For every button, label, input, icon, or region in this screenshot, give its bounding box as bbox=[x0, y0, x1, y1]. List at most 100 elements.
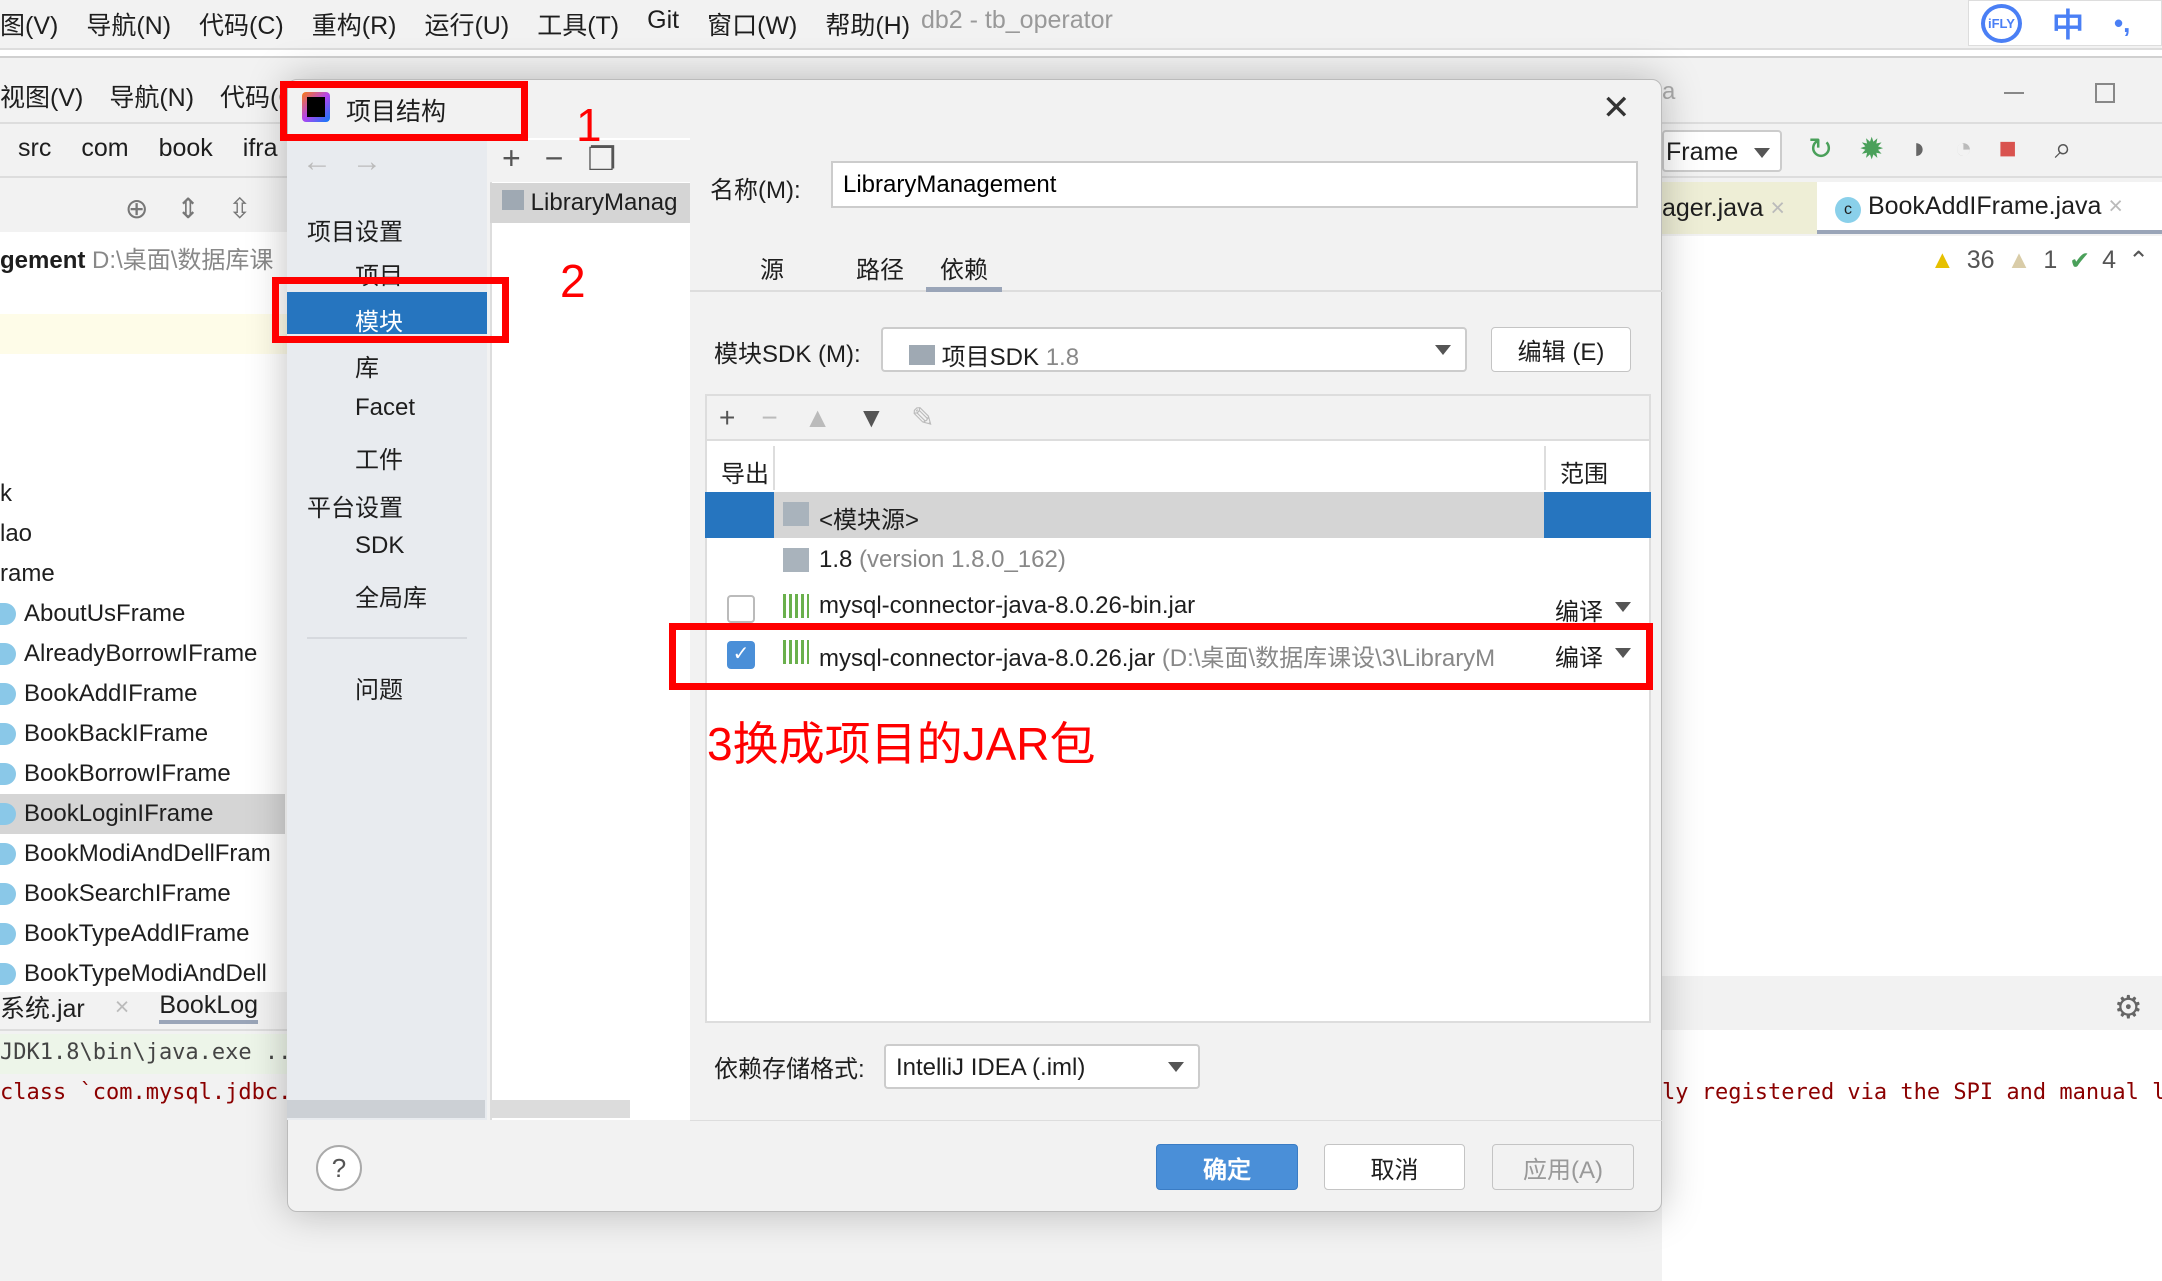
tree-item[interactable]: BookTypeAddIFrame bbox=[0, 914, 285, 954]
ime-lang-icon[interactable]: 中 bbox=[2052, 0, 2084, 46]
sdk-label: 模块SDK (M): bbox=[714, 341, 861, 368]
tab[interactable]: 依赖 bbox=[926, 250, 1002, 292]
menu-item[interactable]: 导航(N) bbox=[86, 6, 171, 42]
maximize-button[interactable] bbox=[2095, 83, 2115, 103]
project-toolbar: ⊕ ⇕ ⇳ bbox=[125, 192, 251, 225]
tree-item[interactable]: BookSearchIFrame bbox=[0, 874, 285, 914]
menu-item[interactable]: 视图(V) bbox=[0, 78, 83, 114]
tree-item[interactable]: rame bbox=[0, 554, 285, 594]
tree-item-label: k bbox=[0, 480, 12, 507]
tab[interactable]: 路径 bbox=[842, 250, 918, 292]
nav-forward-icon[interactable]: → bbox=[352, 145, 382, 179]
nav-item[interactable]: SDK bbox=[355, 532, 404, 560]
tree-item[interactable]: AlreadyBorrowIFrame bbox=[0, 634, 285, 674]
menu-item[interactable]: 帮助(H) bbox=[825, 6, 910, 42]
edit-dependency-icon[interactable]: ✎ bbox=[911, 401, 934, 434]
class-icon bbox=[0, 923, 16, 945]
tree-item[interactable]: BookBorrowIFrame bbox=[0, 754, 285, 794]
export-checkbox[interactable] bbox=[727, 595, 755, 623]
tree-item[interactable]: BookLoginIFrame bbox=[0, 794, 285, 834]
cancel-button[interactable]: 取消 bbox=[1324, 1144, 1465, 1190]
move-up-icon[interactable]: ▲ bbox=[804, 402, 832, 434]
help-button[interactable]: ? bbox=[316, 1145, 362, 1191]
dependency-label: <模块源> bbox=[819, 500, 919, 535]
tree-item[interactable]: k bbox=[0, 474, 285, 514]
dependency-row[interactable]: <模块源> bbox=[705, 492, 1651, 538]
tree-item[interactable]: BookModiAndDellFram bbox=[0, 834, 285, 874]
breadcrumb-item[interactable]: src bbox=[18, 134, 51, 163]
menu-item[interactable]: 代码(C) bbox=[199, 6, 284, 42]
module-item[interactable]: LibraryManag bbox=[490, 183, 690, 223]
gear-icon[interactable]: ⚙ bbox=[2114, 988, 2143, 1026]
apply-button[interactable]: 应用(A) bbox=[1492, 1144, 1634, 1190]
breadcrumb-item[interactable]: book bbox=[159, 134, 213, 163]
nav-divider bbox=[307, 637, 467, 639]
editor-tab-bookadd[interactable]: c BookAddIFrame.java × bbox=[1817, 182, 2162, 234]
nav-item[interactable]: 全局库 bbox=[355, 578, 427, 613]
tree-item[interactable]: lao bbox=[0, 514, 285, 554]
move-down-icon[interactable]: ▼ bbox=[857, 402, 885, 434]
tree-item-label: BookModiAndDellFram bbox=[24, 840, 271, 867]
debug-icon[interactable]: ✹ bbox=[1859, 132, 1884, 167]
expand-all-icon[interactable]: ⇕ bbox=[176, 192, 199, 225]
tab-jar[interactable]: 系统.jar bbox=[0, 989, 85, 1025]
nav-item[interactable]: Facet bbox=[355, 394, 415, 422]
minimize-button[interactable] bbox=[2004, 92, 2024, 94]
close-icon[interactable]: ✕ bbox=[1602, 88, 1631, 128]
stop-icon[interactable]: ■ bbox=[1999, 132, 2017, 167]
breadcrumb: src com book ifra bbox=[18, 134, 278, 163]
dependency-detail: (version 1.8.0_162) bbox=[859, 546, 1066, 573]
edit-sdk-button[interactable]: 编辑 (E) bbox=[1491, 327, 1631, 372]
nav-item[interactable]: 工件 bbox=[355, 440, 403, 475]
menu-item[interactable]: 运行(U) bbox=[424, 6, 509, 42]
ifly-logo-icon[interactable]: iFLY bbox=[1981, 3, 2022, 43]
breadcrumb-item[interactable]: com bbox=[81, 134, 128, 163]
rerun-icon[interactable]: ↻ bbox=[1808, 132, 1833, 167]
breadcrumb-item[interactable]: ifra bbox=[243, 134, 278, 163]
inspection-widget[interactable]: ▲ 36 ▲ 1 ✔ 4 ⌃ bbox=[1930, 246, 2149, 276]
menu-item[interactable]: 重构(R) bbox=[312, 6, 397, 42]
tab-booklogin[interactable]: BookLog bbox=[159, 991, 259, 1024]
name-input[interactable] bbox=[831, 161, 1638, 208]
collapse-all-icon[interactable]: ⇳ bbox=[228, 192, 251, 225]
tree-item[interactable]: BookAddIFrame bbox=[0, 674, 285, 714]
locate-icon[interactable]: ⊕ bbox=[125, 192, 148, 225]
profile-icon[interactable]: ◔ bbox=[1954, 132, 1972, 167]
sdk-combo[interactable]: 项目SDK 1.8 bbox=[881, 327, 1467, 372]
module-panel bbox=[490, 138, 690, 1120]
highlight-line bbox=[0, 314, 287, 354]
add-module-icon[interactable]: + bbox=[502, 140, 521, 182]
add-dependency-icon[interactable]: + bbox=[719, 402, 735, 434]
editor-tab-manager[interactable]: ager.java × bbox=[1662, 182, 1817, 234]
dependency-label: 1.8 (version 1.8.0_162) bbox=[819, 546, 1066, 574]
menu-item[interactable]: 窗口(W) bbox=[707, 6, 797, 42]
ime-punct-icon[interactable]: •, bbox=[2114, 8, 2130, 39]
coverage-icon[interactable]: ◗ bbox=[1910, 132, 1928, 167]
menu-item[interactable]: 导航(N) bbox=[109, 78, 194, 114]
remove-module-icon[interactable]: − bbox=[545, 140, 564, 182]
dependency-row[interactable]: 1.8 (version 1.8.0_162) bbox=[705, 538, 1651, 584]
remove-dependency-icon[interactable]: − bbox=[761, 402, 777, 434]
tab[interactable]: 源 bbox=[746, 250, 798, 292]
chevron-down-icon[interactable] bbox=[1615, 602, 1631, 612]
module-scrollbar[interactable] bbox=[490, 1100, 630, 1118]
search-icon[interactable]: ⌕ bbox=[2055, 132, 2072, 167]
tree-item[interactable]: BookBackIFrame bbox=[0, 714, 285, 754]
ok-button[interactable]: 确定 bbox=[1156, 1144, 1298, 1190]
nav-scrollbar[interactable] bbox=[287, 1100, 485, 1118]
nav-back-icon[interactable]: ← bbox=[302, 145, 332, 179]
tree-item-label: AboutUsFrame bbox=[24, 600, 186, 627]
scope-combo[interactable]: 编译 bbox=[1555, 592, 1603, 627]
window-title: db2 - tb_operator bbox=[921, 6, 1113, 34]
menu-item[interactable]: 工具(T) bbox=[537, 6, 619, 42]
menu-item[interactable]: Git bbox=[647, 6, 679, 42]
tree-item-label: BookBorrowIFrame bbox=[24, 760, 231, 787]
run-config-combo[interactable]: Frame bbox=[1662, 130, 1782, 172]
nav-problems[interactable]: 问题 bbox=[355, 670, 403, 705]
nav-section-header: 项目设置 bbox=[307, 219, 403, 246]
tree-item[interactable]: AboutUsFrame bbox=[0, 594, 285, 634]
menu-item[interactable]: 图(V) bbox=[0, 6, 58, 42]
format-combo[interactable]: IntelliJ IDEA (.iml) bbox=[884, 1044, 1200, 1089]
nav-item[interactable]: 库 bbox=[355, 348, 379, 383]
project-root[interactable]: gement D:\桌面\数据库课 bbox=[0, 240, 273, 275]
